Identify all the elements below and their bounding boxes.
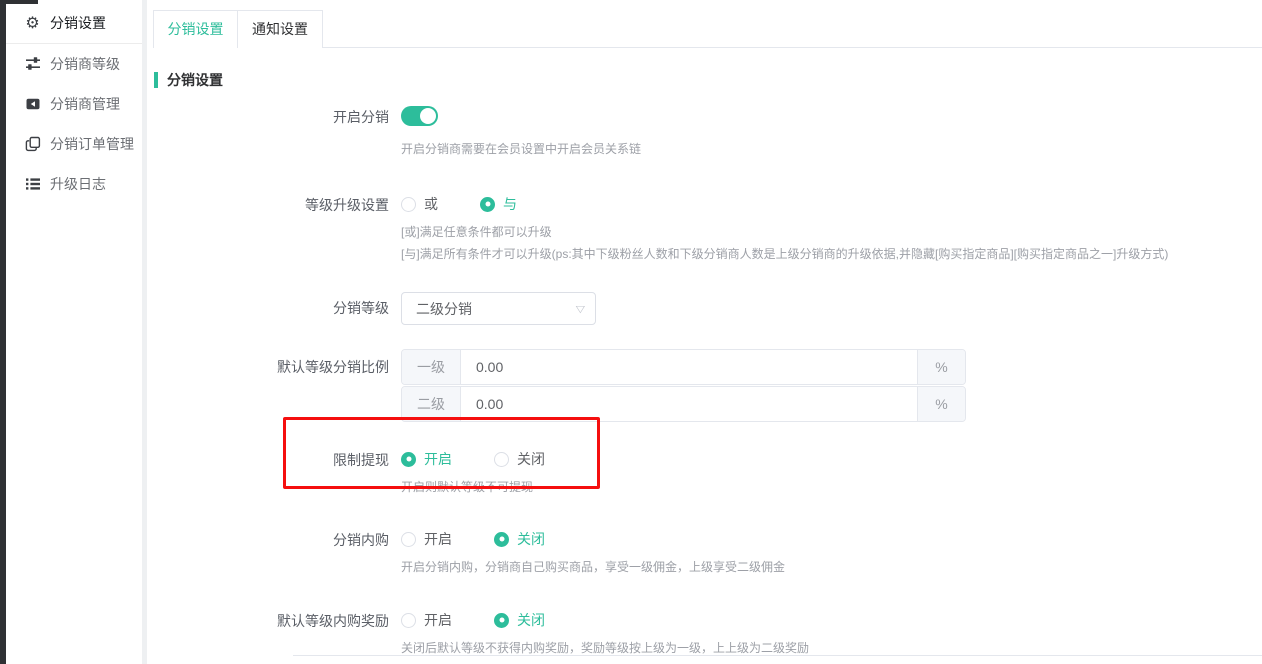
form-row-withdraw-limit: 限制提现 开启 关闭 开启则默认等级不可提现 xyxy=(153,449,1262,497)
sidebar-item-distribution-settings[interactable]: ⚙ 分销设置 xyxy=(6,3,142,43)
input-prefix: 一级 xyxy=(402,350,461,384)
tab-bar: 分销设置 通知设置 xyxy=(153,10,1262,48)
radio-withdraw-on[interactable]: 开启 xyxy=(401,449,452,469)
sidebar-item-label: 分销商管理 xyxy=(50,94,120,114)
sliders-icon xyxy=(24,56,41,73)
sidebar-item-distributor-levels[interactable]: 分销商等级 xyxy=(6,44,142,84)
chevron-down-icon: ▽ xyxy=(576,303,585,314)
section-title: 分销设置 xyxy=(154,70,1262,90)
level1-ratio-input[interactable] xyxy=(461,350,917,384)
form-row-enable-distribution: 开启分销 开启分销商需要在会员设置中开启会员关系链 xyxy=(153,106,1262,159)
radio-dot xyxy=(494,613,509,628)
tab-distribution-settings[interactable]: 分销设置 xyxy=(153,10,238,48)
sidebar-item-label: 分销商等级 xyxy=(50,54,120,74)
field-label: 默认等级分销比例 xyxy=(153,349,401,385)
withdraw-limit-radio-group: 开启 关闭 xyxy=(401,449,1262,469)
helper-text: 开启分销内购，分销商自己购买商品，享受一级佣金，上级享受二级佣金 xyxy=(401,558,1262,577)
tab-notification-settings[interactable]: 通知设置 xyxy=(238,10,323,48)
field-label: 分销内购 xyxy=(153,529,401,550)
sidebar-item-distribution-orders[interactable]: 分销订单管理 xyxy=(6,124,142,164)
field-label: 开启分销 xyxy=(153,106,401,127)
radio-dot xyxy=(401,452,416,467)
form-row-default-ratio: 默认等级分销比例 一级 % 二级 % xyxy=(153,349,1262,422)
radio-purchase-on[interactable]: 开启 xyxy=(401,529,452,549)
enable-distribution-toggle[interactable] xyxy=(401,106,438,126)
level2-ratio-input[interactable] xyxy=(461,387,917,421)
form-row-internal-purchase: 分销内购 开启 关闭 开启分销内购，分销商自己购买商品，享受一级佣金，上级享受二… xyxy=(153,529,1262,577)
form-row-default-internal-reward: 默认等级内购奖励 开启 关闭 关闭后默认等级不获得内购奖励，奖励等级按上级为一级… xyxy=(153,610,1262,658)
radio-dot xyxy=(494,532,509,547)
internal-reward-radio-group: 开启 关闭 xyxy=(401,610,1262,630)
radio-reward-on[interactable]: 开启 xyxy=(401,610,452,630)
field-label: 限制提现 xyxy=(153,449,401,470)
radio-reward-off[interactable]: 关闭 xyxy=(494,610,545,630)
radio-dot xyxy=(480,197,495,212)
radio-or[interactable]: 或 xyxy=(401,194,438,214)
section-title-accent-bar xyxy=(154,72,158,88)
form-row-distribution-level: 分销等级 二级分销 ▽ xyxy=(153,292,1262,325)
radio-withdraw-off[interactable]: 关闭 xyxy=(494,449,545,469)
input-suffix: % xyxy=(917,387,965,421)
toggle-knob xyxy=(420,108,436,124)
field-label: 分销等级 xyxy=(153,292,401,325)
radio-purchase-off[interactable]: 关闭 xyxy=(494,529,545,549)
section-title-text: 分销设置 xyxy=(167,70,223,90)
sidebar-item-label: 升级日志 xyxy=(50,174,106,194)
share-square-icon xyxy=(24,96,41,113)
app-window: ⚙ 分销设置 分销商等级 分销商管理 xyxy=(0,0,1262,664)
helper-text: [或]满足任意条件都可以升级 xyxy=(401,223,1262,242)
select-value: 二级分销 xyxy=(416,299,576,319)
field-label: 等级升级设置 xyxy=(153,194,401,215)
level-upgrade-radio-group: 或 与 xyxy=(401,194,1262,214)
radio-and[interactable]: 与 xyxy=(480,194,517,214)
input-suffix: % xyxy=(917,350,965,384)
ratio-row-level2: 二级 % xyxy=(401,386,966,422)
internal-purchase-radio-group: 开启 关闭 xyxy=(401,529,1262,549)
field-label: 默认等级内购奖励 xyxy=(153,610,401,631)
left-dark-rail xyxy=(0,0,6,664)
sidebar-item-distributor-management[interactable]: 分销商管理 xyxy=(6,84,142,124)
sidebar-item-label: 分销订单管理 xyxy=(50,134,134,154)
gear-icon: ⚙ xyxy=(24,15,41,32)
top-dark-notch xyxy=(0,0,38,4)
radio-dot xyxy=(401,613,416,628)
distribution-level-select[interactable]: 二级分销 ▽ xyxy=(401,292,596,325)
main-content: 分销设置 通知设置 分销设置 开启分销 开启分销商需要在会员设置中开启会员关系链… xyxy=(147,0,1262,664)
radio-dot xyxy=(494,452,509,467)
input-prefix: 二级 xyxy=(402,387,461,421)
radio-dot xyxy=(401,532,416,547)
helper-text: 开启则默认等级不可提现 xyxy=(401,478,1262,497)
form-row-level-upgrade: 等级升级设置 或 与 [或]满足任意条件都可以升级 [与]满足所有条件才可以升级… xyxy=(153,194,1262,264)
radio-dot xyxy=(401,197,416,212)
helper-text: [与]满足所有条件才可以升级(ps:其中下级粉丝人数和下级分销商人数是上级分销商… xyxy=(401,245,1262,264)
list-icon xyxy=(24,176,41,193)
ratio-row-level1: 一级 % xyxy=(401,349,966,385)
sidebar-item-upgrade-log[interactable]: 升级日志 xyxy=(6,164,142,204)
bottom-divider xyxy=(293,655,1262,656)
copy-icon xyxy=(24,136,41,153)
sidebar: ⚙ 分销设置 分销商等级 分销商管理 xyxy=(6,0,142,664)
helper-text: 开启分销商需要在会员设置中开启会员关系链 xyxy=(401,140,1262,159)
sidebar-item-label: 分销设置 xyxy=(50,13,106,33)
